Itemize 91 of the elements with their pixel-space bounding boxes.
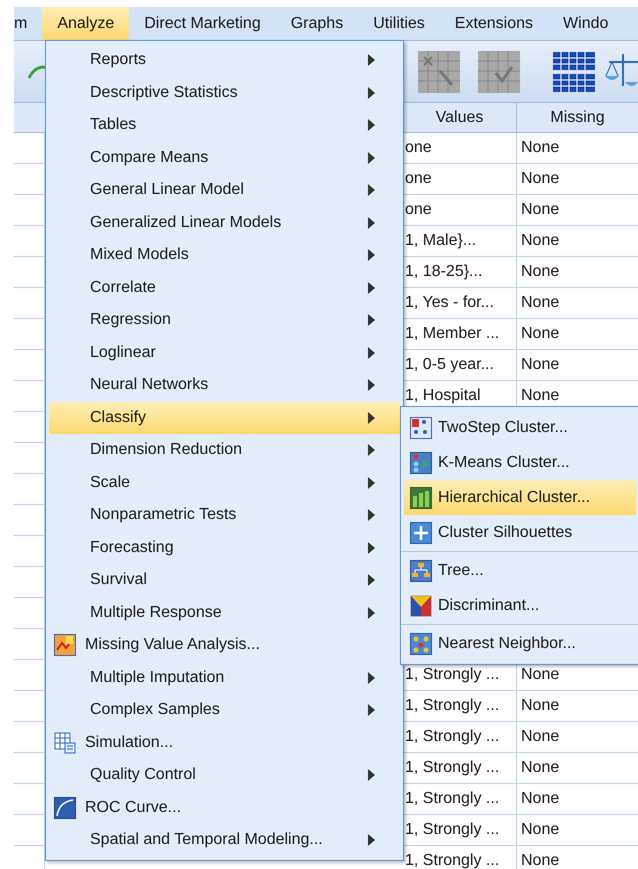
menu-item[interactable]: Reports <box>49 44 400 76</box>
table-icon <box>54 732 76 754</box>
dots-icon <box>410 632 432 654</box>
menu-item[interactable]: TwoStep Cluster... <box>404 410 636 445</box>
table-cell-text: None <box>520 293 560 313</box>
grid-icon <box>418 50 460 92</box>
menu-item[interactable]: Classify <box>49 402 400 434</box>
menu-item[interactable]: Nearest Neighbor... <box>404 626 636 661</box>
cluster-icon <box>410 452 432 474</box>
menu-item[interactable]: Nonparametric Tests <box>49 499 400 532</box>
menu-item[interactable]: Multiple Response <box>49 596 400 629</box>
menu-bar-item[interactable]: Utilities <box>358 7 440 40</box>
submenu-arrow-icon <box>368 412 375 424</box>
submenu-arrow-icon <box>368 152 375 164</box>
table-cell-text: None <box>520 355 560 375</box>
table-cell-text: None <box>520 324 560 344</box>
menu-item[interactable]: Loglinear <box>49 336 400 369</box>
table-cell-text: None <box>520 727 560 747</box>
table-cell-text: None <box>520 386 560 406</box>
menu-item[interactable]: K-Means Cluster... <box>404 445 636 480</box>
menu-item[interactable]: Survival <box>49 564 400 596</box>
menu-item[interactable]: Correlate <box>49 272 400 304</box>
menu-item[interactable]: Compare Means <box>49 142 400 174</box>
menu-item[interactable]: Neural Networks <box>49 369 400 402</box>
submenu-arrow-icon <box>368 574 375 586</box>
menu-item[interactable]: Generalized Linear Models <box>49 206 400 239</box>
plus-icon <box>410 522 432 544</box>
menu-item[interactable]: Dimension Reduction <box>49 434 400 466</box>
menu-item[interactable]: Tree... <box>404 553 636 588</box>
submenu-arrow-icon <box>368 86 375 99</box>
submenu-arrow-icon <box>368 476 375 489</box>
menu-bar-item[interactable]: Direct Marketing <box>129 7 276 40</box>
submenu-arrow-icon <box>368 379 375 392</box>
submenu-arrow-icon <box>368 54 375 66</box>
menu-item[interactable]: General Linear Model <box>49 174 400 206</box>
column-header[interactable]: Missing <box>517 103 638 132</box>
submenu-arrow-icon <box>368 509 375 522</box>
menu-item[interactable]: Regression <box>49 304 400 336</box>
table-cell-text: None <box>520 789 560 809</box>
menu-item[interactable]: Mixed Models <box>49 239 400 272</box>
tree-icon <box>410 560 432 582</box>
table-cell-text: None <box>520 758 560 778</box>
bar-chart-icon <box>410 486 432 508</box>
table-cell-text: None <box>520 262 560 282</box>
menu-bar-item[interactable]: Windo <box>548 7 624 40</box>
table-cell-text: None <box>520 696 560 716</box>
menu-item[interactable]: Quality Control <box>49 759 400 792</box>
table-cell-text: None <box>520 231 560 251</box>
submenu-arrow-icon <box>368 119 375 132</box>
menu-item[interactable]: Scale <box>49 466 400 499</box>
menu-bar-item[interactable]: Extensions <box>440 7 548 40</box>
cluster-icon <box>410 416 432 438</box>
submenu-arrow-icon <box>368 184 375 196</box>
menu-item[interactable]: Tables <box>49 109 400 142</box>
submenu-arrow-icon <box>368 769 375 782</box>
menu-item[interactable]: Spatial and Temporal Modeling... <box>49 824 400 856</box>
menu-item[interactable]: Cluster Silhouettes <box>404 515 636 550</box>
menu-bar-item[interactable]: Graphs <box>276 7 358 40</box>
menu-item[interactable]: Simulation... <box>49 726 400 759</box>
submenu-arrow-icon <box>368 444 375 456</box>
submenu-arrow-icon <box>368 314 375 326</box>
submenu-arrow-icon <box>368 834 375 846</box>
menu-item[interactable]: Complex Samples <box>49 694 400 726</box>
submenu-arrow-icon <box>368 346 375 359</box>
menu-item[interactable]: Multiple Imputation <box>49 662 400 694</box>
table-cell-text: None <box>520 820 560 840</box>
submenu-arrow-icon <box>368 672 375 684</box>
submenu-arrow-icon <box>368 249 375 262</box>
menu-item[interactable]: Forecasting <box>49 532 400 564</box>
table-cell-text: None <box>520 169 560 189</box>
menu-bar-item[interactable]: Analyze <box>42 7 130 40</box>
submenu-arrow-icon <box>368 704 375 716</box>
curve-icon <box>54 796 76 819</box>
menu-item[interactable]: ROC Curve... <box>49 792 400 824</box>
submenu-arrow-icon <box>368 542 375 554</box>
submenu-arrow-icon <box>368 606 375 619</box>
submenu-arrow-icon <box>368 282 375 294</box>
table-cell-text: None <box>520 200 560 220</box>
menu-bar-item[interactable]: m <box>14 7 42 40</box>
grid-icon <box>478 50 520 92</box>
chart-icon <box>54 634 76 656</box>
menu-item[interactable]: Descriptive Statistics <box>49 76 400 109</box>
menu-item[interactable]: Missing Value Analysis... <box>49 629 400 662</box>
table-icon <box>553 52 595 92</box>
menu-item[interactable]: Discriminant... <box>404 588 636 623</box>
funnel-icon <box>410 594 432 616</box>
table-cell-text: None <box>520 138 560 158</box>
submenu-arrow-icon <box>368 216 375 229</box>
table-cell-text: None <box>520 851 560 869</box>
table-cell-text: None <box>520 665 560 685</box>
menu-item[interactable]: Hierarchical Cluster... <box>404 480 636 515</box>
